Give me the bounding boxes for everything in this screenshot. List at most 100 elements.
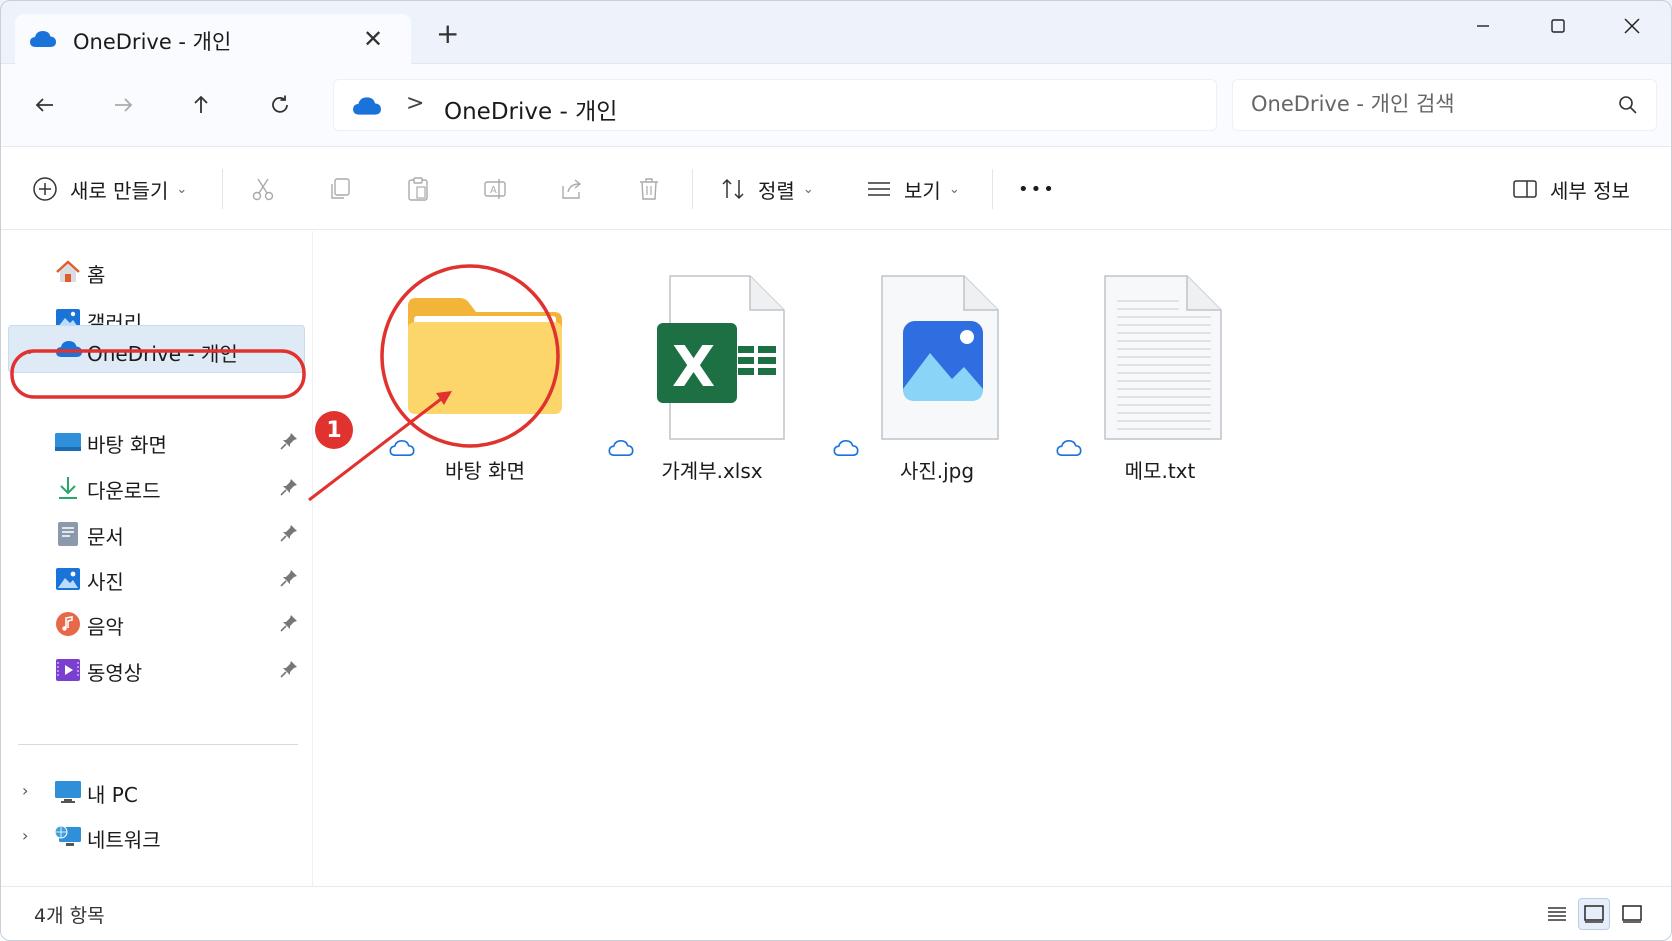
view-button[interactable]: 보기 ⌄ xyxy=(866,169,960,209)
back-button[interactable] xyxy=(27,87,63,123)
view-label: 보기 xyxy=(904,178,941,203)
file-name: 가계부.xlsx xyxy=(661,459,763,483)
sidebar-item-label: 내 PC xyxy=(87,783,138,807)
pin-icon[interactable] xyxy=(280,432,298,454)
toolbar-divider xyxy=(692,169,693,209)
toolbar-divider xyxy=(992,169,993,209)
large-icons-view-button[interactable] xyxy=(1578,898,1610,930)
file-list: 바탕 화면 X 가계부.xlsx 사진.jpg 메모.txt xyxy=(314,231,1672,886)
sidebar-item-home[interactable]: 홈 xyxy=(0,251,313,291)
search-icon[interactable] xyxy=(1618,95,1638,119)
up-button[interactable] xyxy=(183,87,219,123)
videos-icon xyxy=(54,656,82,684)
chevron-right-icon[interactable]: › xyxy=(22,781,28,800)
tab-title: OneDrive - 개인 xyxy=(73,30,232,54)
refresh-button[interactable] xyxy=(262,87,298,123)
title-bar: OneDrive - 개인 ✕ + xyxy=(0,0,1672,64)
refresh-icon xyxy=(272,95,288,113)
paste-icon xyxy=(408,177,428,201)
arrow-up-icon xyxy=(194,95,208,113)
file-name: 메모.txt xyxy=(1124,459,1196,483)
command-bar: 새로 만들기 ⌄ A 정렬 ⌄ 보기 ⌄ ••• 세부 정보 xyxy=(0,146,1672,230)
sidebar-item-videos[interactable]: 동영상 xyxy=(0,649,313,689)
excel-file-icon: X xyxy=(612,271,812,441)
new-button[interactable]: 새로 만들기 ⌄ xyxy=(32,169,187,209)
documents-icon xyxy=(54,520,82,548)
paste-button[interactable] xyxy=(402,173,434,205)
chevron-down-icon: ⌄ xyxy=(23,339,37,358)
sidebar-item-label: 문서 xyxy=(87,525,124,549)
cut-icon xyxy=(252,178,274,201)
network-icon xyxy=(54,823,82,851)
status-bar: 4개 항목 xyxy=(0,886,1672,941)
sidebar-divider xyxy=(18,744,298,745)
pin-icon[interactable] xyxy=(280,660,298,682)
rename-icon: A xyxy=(484,179,506,199)
new-tab-button[interactable]: + xyxy=(436,20,459,48)
sidebar-item-this-pc[interactable]: › 내 PC xyxy=(0,771,313,811)
file-item-text[interactable]: 메모.txt xyxy=(1056,271,1260,491)
monitor-icon xyxy=(54,778,82,806)
file-item-desktop-folder[interactable]: 바탕 화면 xyxy=(385,271,585,491)
onedrive-cloud-icon xyxy=(29,29,57,53)
sidebar-item-pictures[interactable]: 사진 xyxy=(0,558,313,598)
sidebar-item-label: 네트워크 xyxy=(87,828,161,852)
view-lines-icon xyxy=(868,182,890,196)
folder-icon xyxy=(385,271,585,441)
file-item-image[interactable]: 사진.jpg xyxy=(833,271,1037,491)
minimize-button[interactable] xyxy=(1461,10,1505,42)
pin-icon[interactable] xyxy=(280,524,298,546)
arrow-left-icon xyxy=(35,98,53,112)
download-icon xyxy=(54,474,82,502)
details-label: 세부 정보 xyxy=(1550,178,1630,203)
sidebar-item-label: 동영상 xyxy=(87,661,143,685)
close-tab-icon[interactable]: ✕ xyxy=(363,25,383,53)
onedrive-cloud-icon xyxy=(352,95,382,121)
breadcrumb-onedrive[interactable]: OneDrive - 개인 xyxy=(444,92,617,126)
search-box[interactable] xyxy=(1232,79,1657,131)
close-window-button[interactable] xyxy=(1610,10,1654,42)
image-file-icon xyxy=(837,271,1037,441)
more-options-button[interactable]: ••• xyxy=(1018,169,1056,209)
file-item-excel[interactable]: X 가계부.xlsx xyxy=(608,271,812,491)
text-file-icon xyxy=(1060,271,1260,441)
sidebar-item-desktop[interactable]: 바탕 화면 xyxy=(0,421,313,461)
copy-button[interactable] xyxy=(324,173,356,205)
breadcrumb-separator: > xyxy=(406,91,425,116)
details-pane-button[interactable]: 세부 정보 xyxy=(1512,169,1630,209)
minimize-icon xyxy=(1477,25,1489,27)
desktop-icon xyxy=(54,428,82,456)
rename-button[interactable]: A xyxy=(479,173,511,205)
share-icon xyxy=(562,179,582,199)
pin-icon[interactable] xyxy=(280,614,298,636)
share-button[interactable] xyxy=(556,173,588,205)
sidebar-item-music[interactable]: 음악 xyxy=(0,603,313,643)
tab-onedrive[interactable]: OneDrive - 개인 ✕ xyxy=(15,14,411,64)
pin-icon[interactable] xyxy=(280,569,298,591)
plus-circle-icon xyxy=(33,177,57,201)
sidebar-item-downloads[interactable]: 다운로드 xyxy=(0,467,313,507)
trash-icon xyxy=(640,178,658,200)
address-bar[interactable]: > OneDrive - 개인 xyxy=(333,79,1217,131)
pin-icon[interactable] xyxy=(280,478,298,500)
chevron-right-icon[interactable]: › xyxy=(22,826,28,845)
cut-button[interactable] xyxy=(247,173,279,205)
chevron-down-icon: ⌄ xyxy=(176,181,188,197)
file-name: 사진.jpg xyxy=(899,459,975,483)
tiles-view-icon xyxy=(1584,905,1604,923)
sidebar-item-onedrive[interactable]: ⌄ OneDrive - 개인 xyxy=(8,325,305,373)
search-input[interactable] xyxy=(1251,92,1591,116)
delete-button[interactable] xyxy=(633,173,665,205)
maximize-button[interactable] xyxy=(1536,10,1580,42)
sidebar-item-documents[interactable]: 문서 xyxy=(0,513,313,553)
sidebar-item-network[interactable]: › 네트워크 xyxy=(0,816,313,856)
sidebar-item-label: 다운로드 xyxy=(87,479,161,503)
file-name: 바탕 화면 xyxy=(445,459,525,483)
copy-icon xyxy=(331,178,350,199)
arrow-right-icon xyxy=(115,98,133,112)
sidebar-item-label: 음악 xyxy=(87,615,124,639)
sort-button[interactable]: 정렬 ⌄ xyxy=(720,169,814,209)
preview-view-button[interactable] xyxy=(1616,898,1648,930)
details-view-button[interactable] xyxy=(1541,898,1573,930)
forward-button[interactable] xyxy=(105,87,141,123)
